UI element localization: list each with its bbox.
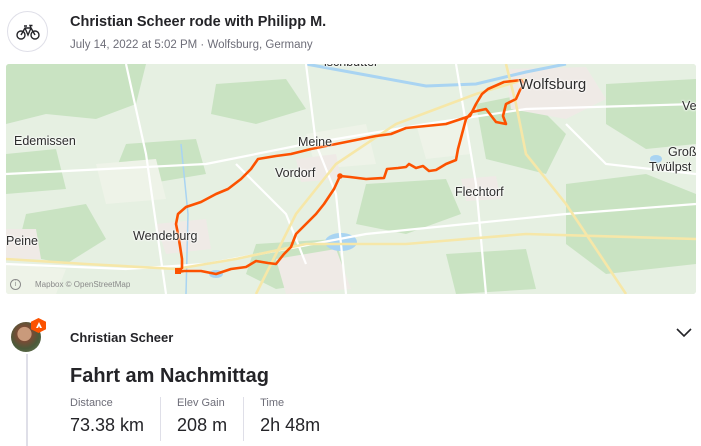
map-label-peine: Peine bbox=[6, 234, 38, 248]
map-label-gross: Groß bbox=[668, 145, 696, 159]
athlete-name[interactable]: Christian Scheer bbox=[70, 330, 173, 345]
stat-value: 208 m bbox=[177, 415, 228, 435]
map-label-wendeburg: Wendeburg bbox=[133, 229, 198, 243]
map-attribution-text[interactable]: Mapbox © OpenStreetMap bbox=[35, 280, 130, 289]
map-label-ve: Ve bbox=[682, 99, 696, 113]
info-icon[interactable]: i bbox=[10, 279, 21, 290]
map-label-vordorf: Vordorf bbox=[275, 166, 316, 180]
route-start-marker bbox=[175, 268, 181, 274]
chevron-down-icon[interactable] bbox=[674, 325, 694, 341]
map-label-edemissen: Edemissen bbox=[14, 134, 76, 148]
stat-time: Time 2h 48m bbox=[260, 397, 336, 441]
route-waypoint bbox=[337, 173, 343, 179]
stat-distance: Distance 73.38 km bbox=[70, 397, 162, 441]
activity-stats: Distance 73.38 km Elev Gain 208 m Time 2… bbox=[70, 397, 352, 441]
stat-value: 73.38 km bbox=[70, 415, 145, 435]
route-map[interactable]: Wolfsburg ischbutter Edemissen Meine Vor… bbox=[6, 64, 696, 294]
bike-icon bbox=[7, 11, 48, 52]
activity-date-location: July 14, 2022 at 5:02 PM · Wolfsburg, Ge… bbox=[70, 39, 313, 51]
stat-label: Elev Gain bbox=[177, 397, 225, 409]
stat-label: Distance bbox=[70, 397, 113, 409]
stat-label: Time bbox=[260, 397, 285, 409]
activity-header-title[interactable]: Christian Scheer rode with Philipp M. bbox=[70, 14, 326, 30]
map-label-fischbutter: ischbutter bbox=[324, 64, 378, 69]
stat-elev-gain: Elev Gain 208 m bbox=[177, 397, 245, 441]
map-label-flechtorf: Flechtorf bbox=[455, 185, 504, 199]
map-canvas bbox=[6, 64, 696, 294]
stat-value: 2h 48m bbox=[260, 415, 321, 435]
map-attribution: i Mapbox © OpenStreetMap bbox=[10, 279, 130, 290]
thread-line bbox=[26, 354, 28, 446]
map-label-twuelpst: Twülpst bbox=[649, 160, 692, 174]
map-label-wolfsburg: Wolfsburg bbox=[519, 76, 587, 93]
map-label-meine: Meine bbox=[298, 135, 333, 149]
activity-title[interactable]: Fahrt am Nachmittag bbox=[70, 365, 269, 388]
